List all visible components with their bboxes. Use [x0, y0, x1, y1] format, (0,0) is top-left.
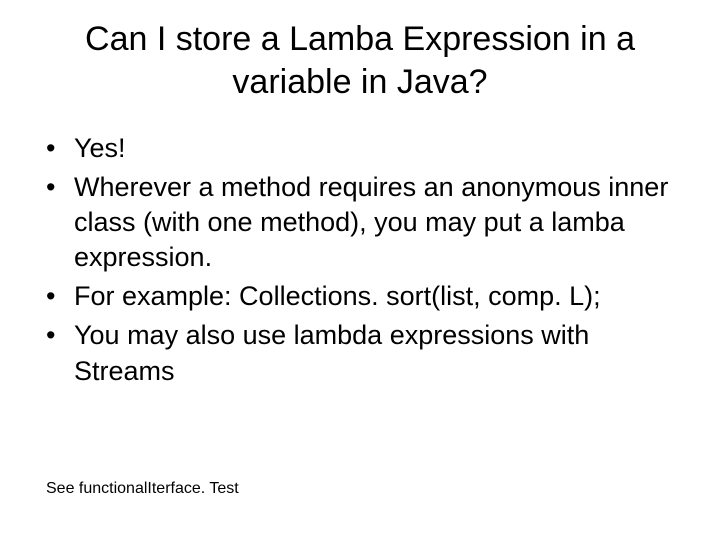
list-item: You may also use lambda expressions with…	[46, 318, 692, 388]
list-item: Wherever a method requires an anonymous …	[46, 170, 692, 275]
list-item: Yes!	[46, 131, 692, 166]
list-item: For example: Collections. sort(list, com…	[46, 279, 692, 314]
bullet-list: Yes! Wherever a method requires an anony…	[28, 131, 692, 389]
footnote-text: See functionalIterface. Test	[46, 480, 239, 498]
slide-title: Can I store a Lamba Expression in a vari…	[28, 18, 692, 103]
